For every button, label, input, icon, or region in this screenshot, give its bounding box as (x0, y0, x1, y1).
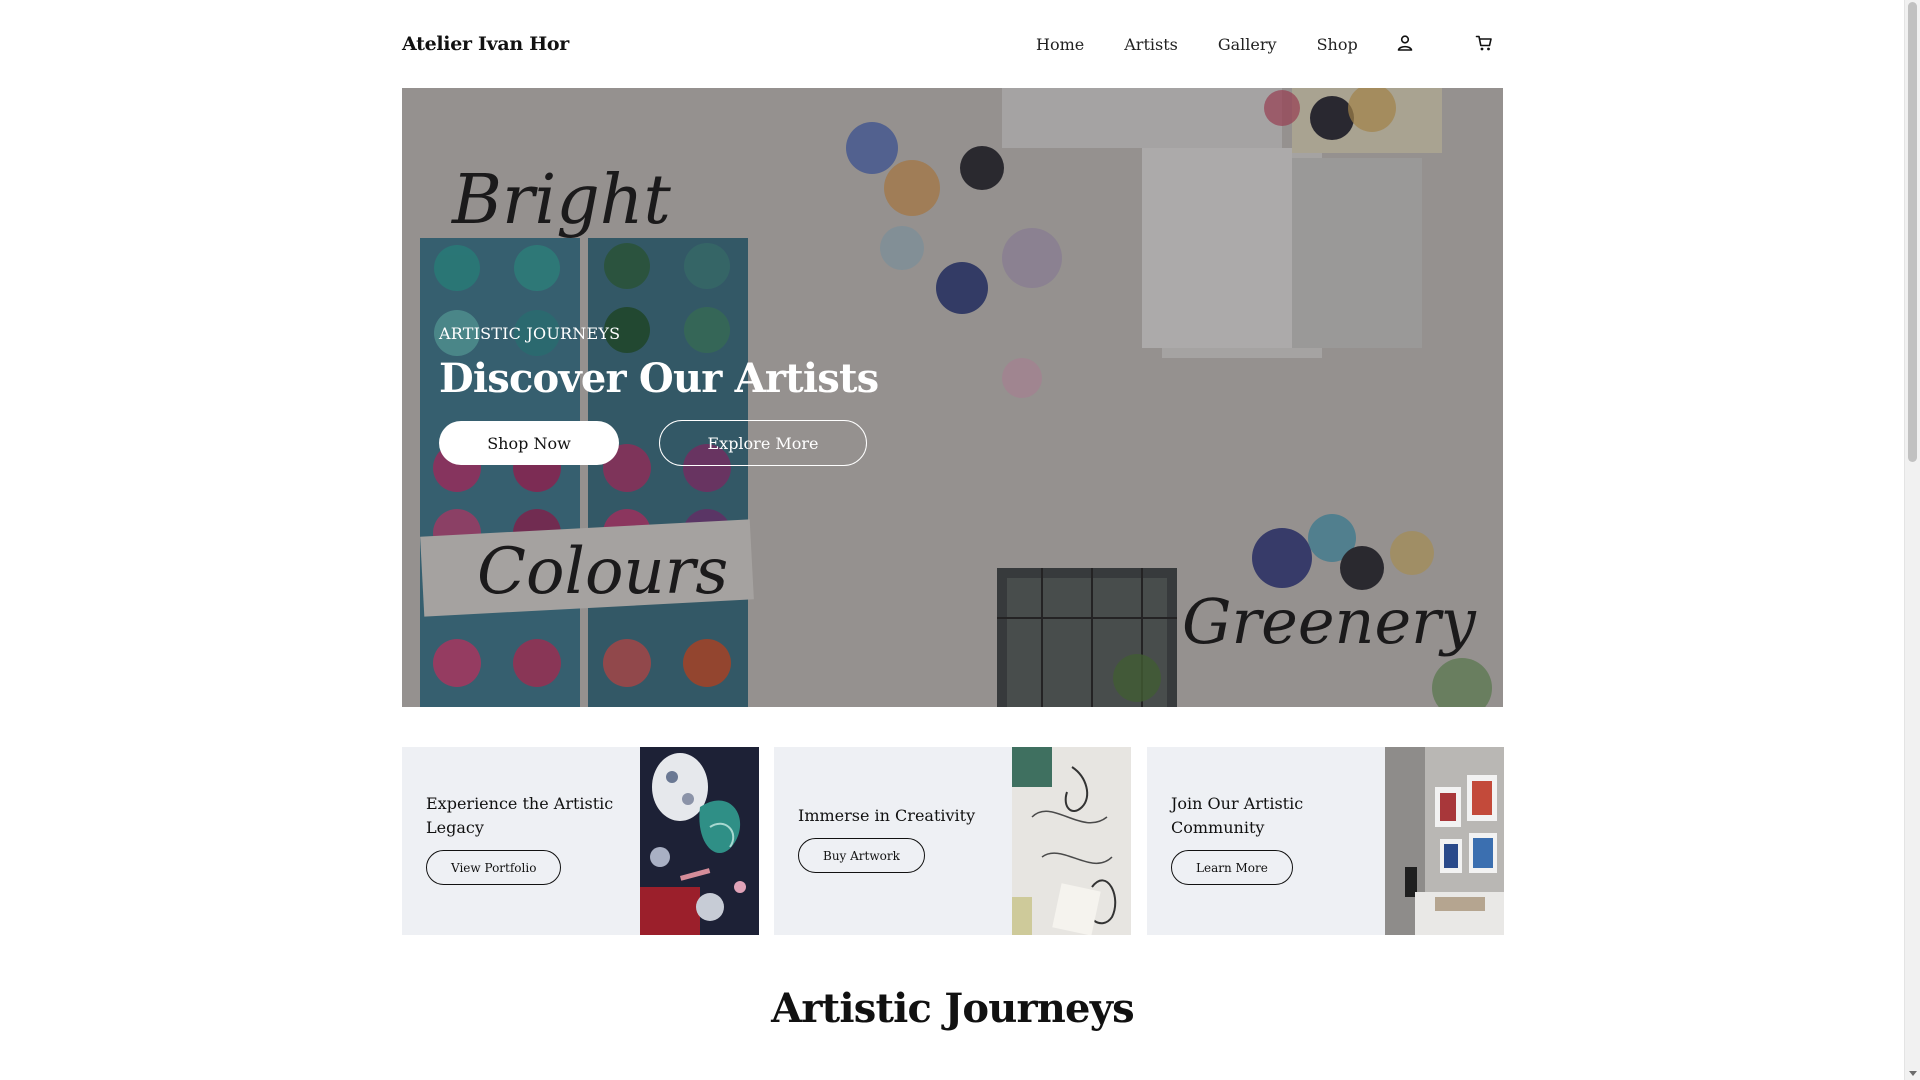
hero-content: ARTISTIC JOURNEYS Discover Our Artists S… (439, 324, 879, 466)
hero-buttons: Shop Now Explore More (439, 420, 878, 466)
site-header: Atelier Ivan Hor Home Artists Gallery Sh… (402, 0, 1502, 88)
view-portfolio-button[interactable]: View Portfolio (426, 850, 562, 885)
buy-artwork-button[interactable]: Buy Artwork (798, 838, 925, 873)
explore-more-button[interactable]: Explore More (659, 420, 867, 466)
feature-cards: Experience the Artistic Legacy View Port… (402, 747, 1504, 935)
card-immerse-creativity: Immerse in Creativity Buy Artwork (774, 747, 1131, 935)
hero-kicker: ARTISTIC JOURNEYS (439, 324, 621, 343)
user-icon[interactable] (1394, 32, 1416, 54)
nav-shop[interactable]: Shop (1317, 35, 1358, 54)
scrollbar[interactable] (1904, 0, 1920, 1080)
card-artistic-legacy: Experience the Artistic Legacy View Port… (402, 747, 759, 935)
card-title: Experience the Artistic Legacy (426, 794, 614, 837)
nav-artists[interactable]: Artists (1124, 35, 1178, 54)
scrollbar-thumb[interactable] (1908, 2, 1917, 462)
card-artistic-community: Join Our Artistic Community Learn More (1147, 747, 1504, 935)
learn-more-button[interactable]: Learn More (1171, 850, 1293, 885)
card-image-palette (640, 747, 759, 935)
brand-logo[interactable]: Atelier Ivan Hor (402, 33, 569, 55)
card-image-gallery (1385, 747, 1504, 935)
card-title: Immerse in Creativity (798, 806, 976, 825)
scroll-down-arrow-icon[interactable] (1909, 1071, 1917, 1076)
nav-home[interactable]: Home (1036, 35, 1084, 54)
hero-banner: Bright Colours Greenery ARTISTIC JOURNEY… (402, 88, 1503, 707)
card-image-sketches (1012, 747, 1131, 935)
page: Atelier Ivan Hor Home Artists Gallery Sh… (0, 0, 1920, 1080)
cart-icon[interactable] (1473, 32, 1495, 54)
shop-now-button[interactable]: Shop Now (439, 421, 619, 465)
section-title: Artistic Journeys (771, 985, 1135, 1032)
card-title: Join Our Artistic Community (1171, 794, 1304, 837)
nav-gallery[interactable]: Gallery (1218, 35, 1277, 54)
hero-title: Discover Our Artists (439, 355, 879, 402)
main-nav: Home Artists Gallery Shop (1036, 0, 1398, 88)
